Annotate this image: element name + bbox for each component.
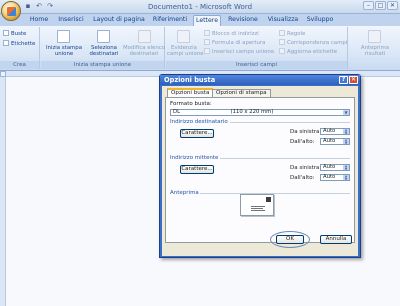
chevron-down-icon: ▼: [343, 110, 349, 115]
dall-alto-label: Dall'alto:: [290, 139, 315, 145]
inserisci-campo-unione-button[interactable]: Inserisci campo unione: [204, 48, 274, 55]
regole-button[interactable]: Regole: [279, 30, 305, 37]
group-label: Inizia stampa unione: [41, 61, 164, 69]
group-label: Crea: [0, 61, 39, 69]
spinner-arrows-icon: ▲ ▼: [343, 174, 349, 181]
address-line: [251, 210, 265, 211]
envelope-options-panel: Formato busta: DL (110 x 220 mm) ▼ Indir…: [165, 97, 355, 243]
da-sinistra-label: Da sinistra:: [290, 129, 322, 135]
greeting-line-icon: [204, 39, 210, 45]
seleziona-destinatari-button[interactable]: Seleziona destinatari: [85, 45, 123, 57]
corrispondenza-campi-button[interactable]: Corrispondenza campi: [279, 39, 347, 46]
select-recipients-icon: [97, 30, 110, 43]
group-anteprima: Anteprima risultati: [350, 27, 400, 69]
window-controls: – □ ✕: [363, 1, 398, 10]
envelope-icon: [3, 30, 9, 36]
window-title: Documento1 - Microsoft Word: [147, 3, 253, 11]
mittente-top-spinner[interactable]: Auto ▲ ▼: [320, 174, 350, 181]
tab-opzioni-di-stampa[interactable]: Opzioni di stampa: [212, 89, 271, 97]
tab-riferimenti[interactable]: Riferimenti: [150, 15, 190, 26]
spinner-arrows-icon: ▲ ▼: [343, 138, 349, 145]
formula-di-apertura-button[interactable]: Formula di apertura: [204, 39, 265, 46]
help-button[interactable]: ?: [339, 76, 348, 84]
indirizzo-destinatario-section: Indirizzo destinatario: [170, 119, 228, 125]
insert-field-icon: [204, 48, 210, 54]
group-inserisci-campi: Evidenzia campi unione Blocco di indirizz…: [166, 27, 348, 69]
edit-recipients-icon: [138, 30, 151, 43]
aggiorna-etichette-button[interactable]: Aggiorna etichette: [279, 48, 337, 55]
close-window-button[interactable]: ✕: [387, 1, 398, 10]
anteprima-section: Anteprima: [170, 190, 199, 196]
destinatario-top-spinner[interactable]: Auto ▲ ▼: [320, 138, 350, 145]
ok-button[interactable]: OK: [276, 235, 304, 244]
title-bar: ▪ ↶ ↷ Documento1 - Microsoft Word – □ ✕: [0, 0, 400, 14]
tab-revisione[interactable]: Revisione: [226, 15, 260, 26]
mail-merge-icon: [57, 30, 70, 43]
spinner-arrows-icon: ▲ ▼: [343, 164, 349, 171]
minimize-button[interactable]: –: [363, 1, 374, 10]
spinner-arrows-icon: ▲ ▼: [343, 128, 349, 135]
dall-alto-label: Dall'alto:: [290, 175, 315, 181]
office-button[interactable]: [1, 1, 21, 21]
group-inizia-stampa-unione: Inizia stampa unione Seleziona destinatari…: [41, 27, 165, 69]
dialog-close-button[interactable]: ✕: [349, 76, 358, 84]
address-line: [251, 208, 263, 209]
annulla-button[interactable]: Annulla: [320, 235, 352, 244]
section-divider: [220, 158, 350, 159]
blocco-di-indirizzi-button[interactable]: Blocco di indirizzi: [204, 30, 259, 37]
update-labels-icon: [279, 48, 285, 54]
carattere-mittente-button[interactable]: Carattere...: [180, 165, 214, 174]
tab-inserisci[interactable]: Inserisci: [54, 15, 88, 26]
tab-layout-di-pagina[interactable]: Layout di pagina: [92, 15, 146, 26]
evidenzia-campi-unione-button[interactable]: Evidenzia campi unione: [167, 45, 204, 57]
dialog-body: Opzioni busta Opzioni di stampa Formato …: [162, 86, 358, 256]
formato-busta-select[interactable]: DL (110 x 220 mm) ▼: [170, 109, 350, 116]
etichette-button[interactable]: Etichette: [3, 40, 35, 47]
destinatario-left-spinner[interactable]: Auto ▲ ▼: [320, 128, 350, 135]
mittente-left-spinner[interactable]: Auto ▲ ▼: [320, 164, 350, 171]
tab-lettere[interactable]: Lettere: [193, 15, 221, 26]
modifica-elenco-destinatari-button[interactable]: Modifica elenco destinatari: [121, 45, 167, 57]
highlight-fields-icon: [177, 30, 190, 43]
ribbon: Buste Etichette Crea Inizia stampa unione…: [0, 26, 400, 71]
envelope-preview: [240, 194, 274, 216]
preview-results-icon: [368, 30, 381, 43]
envelope-options-dialog: Opzioni busta ? ✕ Opzioni busta Opzioni …: [159, 74, 361, 258]
tab-opzioni-busta[interactable]: Opzioni busta: [167, 88, 214, 97]
group-label: Inserisci campi: [166, 61, 347, 69]
buste-button[interactable]: Buste: [3, 30, 26, 37]
da-sinistra-label: Da sinistra:: [290, 165, 322, 171]
carattere-destinatario-button[interactable]: Carattere...: [180, 129, 214, 138]
tab-home[interactable]: Home: [28, 15, 50, 26]
label-icon: [3, 40, 9, 46]
stamp-icon: [266, 197, 271, 202]
indirizzo-mittente-section: Indirizzo mittente: [170, 155, 219, 161]
group-crea: Buste Etichette Crea: [0, 27, 40, 69]
dialog-title: Opzioni busta: [160, 75, 360, 85]
ribbon-tab-bar: Home Inserisci Layout di pagina Riferime…: [0, 14, 400, 26]
formato-busta-label: Formato busta:: [170, 101, 212, 107]
tab-sviluppo[interactable]: Sviluppo: [305, 15, 335, 26]
anteprima-risultati-button[interactable]: Anteprima risultati: [352, 45, 398, 57]
match-fields-icon: [279, 39, 285, 45]
tab-visualizza[interactable]: Visualizza: [266, 15, 300, 26]
office-logo-icon: [7, 7, 16, 16]
inizia-stampa-unione-button[interactable]: Inizia stampa unione: [44, 45, 84, 57]
rules-icon: [279, 30, 285, 36]
address-block-icon: [204, 30, 210, 36]
address-line: [251, 206, 265, 207]
maximize-button[interactable]: □: [375, 1, 386, 10]
section-divider: [200, 193, 350, 194]
section-divider: [230, 122, 350, 123]
